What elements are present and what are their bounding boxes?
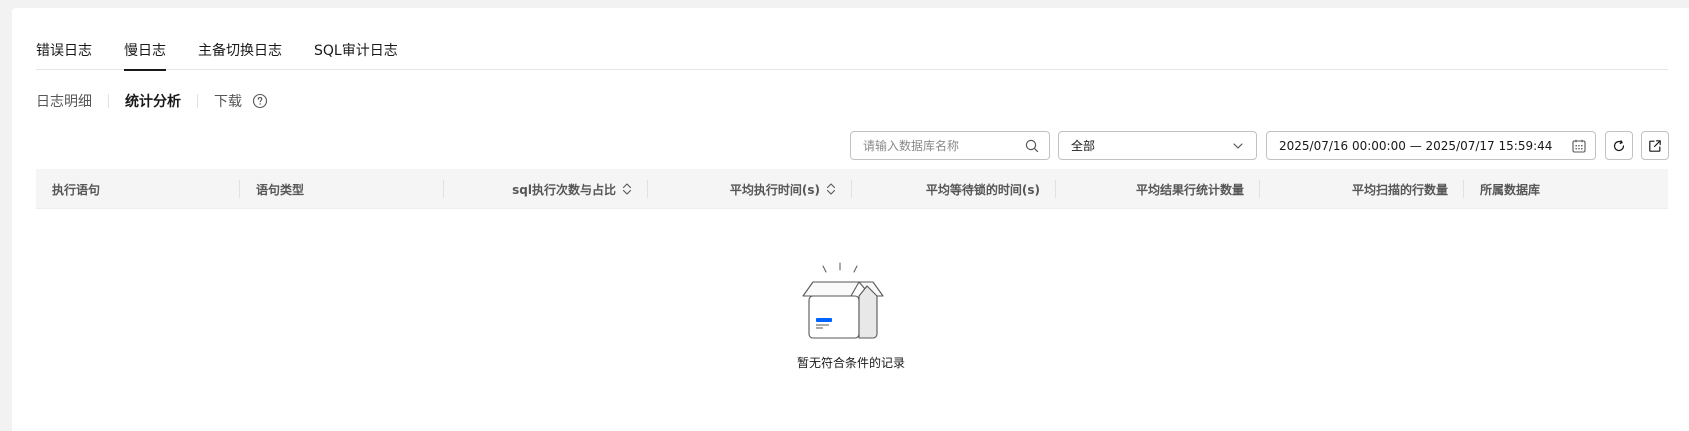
column-label: sql执行次数与占比: [512, 182, 616, 197]
column-header-statement-type: 语句类型: [240, 169, 444, 209]
calendar-icon: [1571, 138, 1587, 154]
column-header-avg-scanned-rows: 平均扫描的行数量: [1260, 169, 1464, 209]
column-header-avg-lock-wait: 平均等待锁的时间(s): [852, 169, 1056, 209]
empty-state: 暂无符合条件的记录: [786, 262, 916, 371]
tab-sql-audit-log[interactable]: SQL审计日志: [314, 30, 398, 70]
date-range-start: 2025/07/16 00:00:00: [1279, 138, 1406, 153]
table-header: 执行语句 语句类型 sql执行次数与占比 平均执行时间(s) 平均等待锁的时间(…: [36, 169, 1668, 209]
column-header-avg-result-rows: 平均结果行统计数量: [1056, 169, 1260, 209]
sort-icon[interactable]: [826, 182, 836, 196]
empty-state-text: 暂无符合条件的记录: [796, 356, 905, 370]
column-label: 平均结果行统计数量: [1135, 182, 1244, 197]
date-range-end: 2025/07/17 15:59:44: [1425, 138, 1553, 153]
column-label: 执行语句: [52, 182, 101, 197]
chevron-down-icon: [1232, 140, 1244, 152]
slow-log-subtabs: 日志明细 统计分析 下载: [36, 88, 268, 114]
sort-icon[interactable]: [622, 182, 632, 196]
column-label: 平均等待锁的时间(s): [925, 182, 1040, 197]
column-label: 所属数据库: [1480, 182, 1541, 197]
subtab-statistics[interactable]: 统计分析: [125, 91, 181, 111]
refresh-button[interactable]: [1605, 131, 1633, 160]
date-range-text: 2025/07/16 00:00:00 — 2025/07/17 15:59:4…: [1279, 139, 1552, 153]
statement-type-select[interactable]: 全部: [1058, 131, 1257, 160]
date-range-picker[interactable]: 2025/07/16 00:00:00 — 2025/07/17 15:59:4…: [1266, 131, 1596, 160]
date-range-separator: —: [1409, 138, 1422, 153]
search-icon[interactable]: [1025, 139, 1039, 153]
column-header-avg-exec-time[interactable]: 平均执行时间(s): [648, 169, 852, 209]
subtab-log-details[interactable]: 日志明细: [36, 91, 92, 111]
column-header-exec-count[interactable]: sql执行次数与占比: [444, 169, 648, 209]
export-button[interactable]: [1641, 131, 1669, 160]
tab-slow-log[interactable]: 慢日志: [124, 30, 166, 71]
help-icon[interactable]: [252, 93, 268, 109]
tab-error-log[interactable]: 错误日志: [36, 30, 92, 70]
column-label: 平均扫描的行数量: [1351, 182, 1448, 197]
log-type-tabs: 错误日志 慢日志 主备切换日志 SQL审计日志: [36, 30, 1668, 71]
search-input[interactable]: [863, 138, 1025, 153]
select-value: 全部: [1071, 139, 1096, 153]
column-header-statement: 执行语句: [36, 169, 240, 209]
subtab-download[interactable]: 下载: [214, 91, 242, 111]
empty-box-icon: [801, 262, 901, 344]
external-link-icon: [1648, 139, 1662, 153]
tab-failover-log[interactable]: 主备切换日志: [198, 30, 282, 70]
database-search: [850, 131, 1050, 160]
column-header-database: 所属数据库: [1464, 169, 1668, 209]
subtab-divider: [108, 94, 109, 108]
column-label: 平均执行时间(s): [729, 182, 820, 197]
column-label: 语句类型: [256, 182, 305, 197]
refresh-icon: [1612, 139, 1626, 153]
subtab-divider: [197, 94, 198, 108]
